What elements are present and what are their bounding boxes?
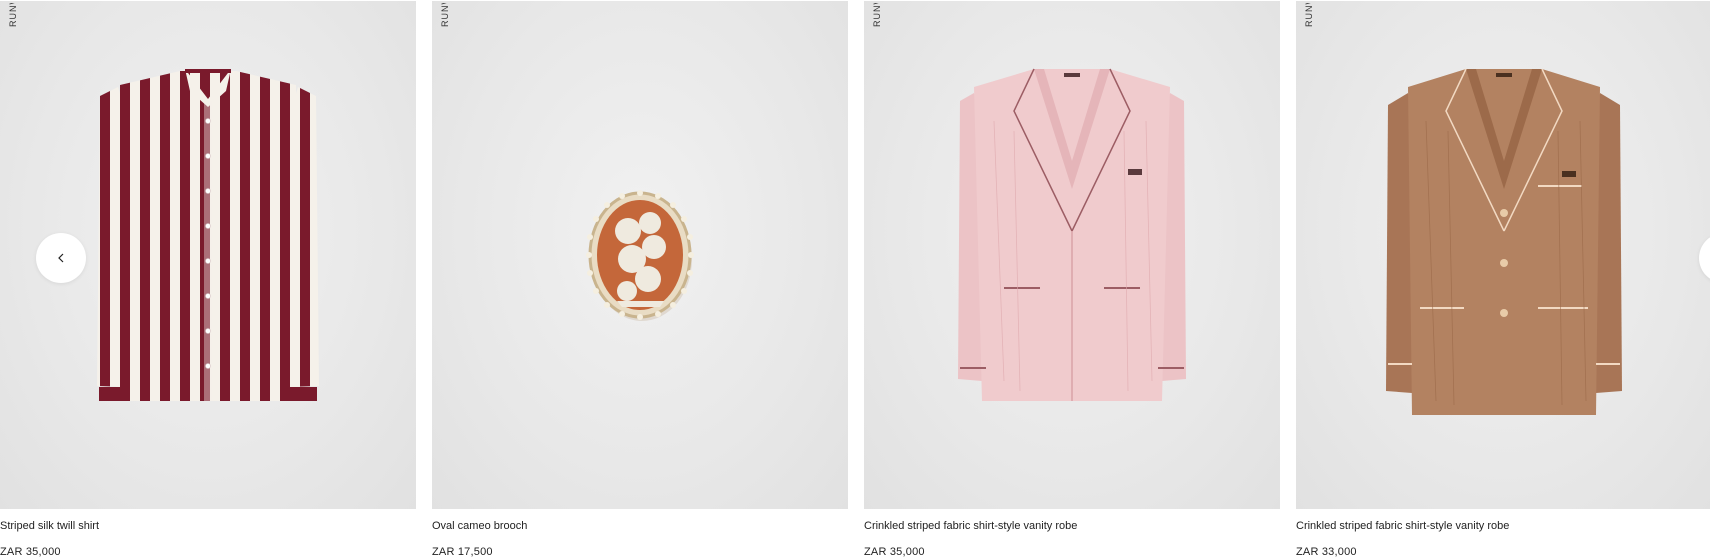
product-price: ZAR 35,000 [0, 546, 61, 558]
product-carousel: RUNWAY Striped silk twill shirt ZAR 35,0… [0, 0, 1710, 560]
product-card[interactable]: RUNWAY Oval cameo brooch ZAR 17,500 [432, 0, 848, 560]
runway-label: RUNWAY [1304, 3, 1314, 27]
product-name[interactable]: Crinkled striped fabric shirt-style vani… [864, 520, 1077, 532]
product-name[interactable]: Oval cameo brooch [432, 520, 527, 532]
carousel-prev-button[interactable] [36, 233, 86, 283]
pink-robe-image [958, 68, 1186, 401]
product-price: ZAR 17,500 [432, 546, 493, 558]
product-image-container[interactable]: RUNWAY [432, 1, 848, 509]
runway-label: RUNWAY [440, 3, 450, 27]
product-price: ZAR 33,000 [1296, 546, 1357, 558]
product-price: ZAR 35,000 [864, 546, 925, 558]
cameo-brooch-image [586, 190, 694, 321]
product-card[interactable]: RUNWAY Crinkled striped fabric shirt-sty… [864, 0, 1280, 560]
product-name[interactable]: Crinkled striped fabric shirt-style vani… [1296, 520, 1509, 532]
product-name[interactable]: Striped silk twill shirt [0, 520, 99, 532]
runway-label: RUNWAY [872, 3, 882, 27]
product-card[interactable]: RUNWAY Crinkled striped fabric shirt-sty… [1296, 0, 1710, 560]
brown-robe-image [1386, 68, 1622, 415]
product-image-container[interactable]: RUNWAY [864, 1, 1280, 509]
runway-label: RUNWAY [8, 3, 18, 27]
chevron-left-icon [58, 253, 64, 263]
product-image-container[interactable]: RUNWAY [1296, 1, 1710, 509]
